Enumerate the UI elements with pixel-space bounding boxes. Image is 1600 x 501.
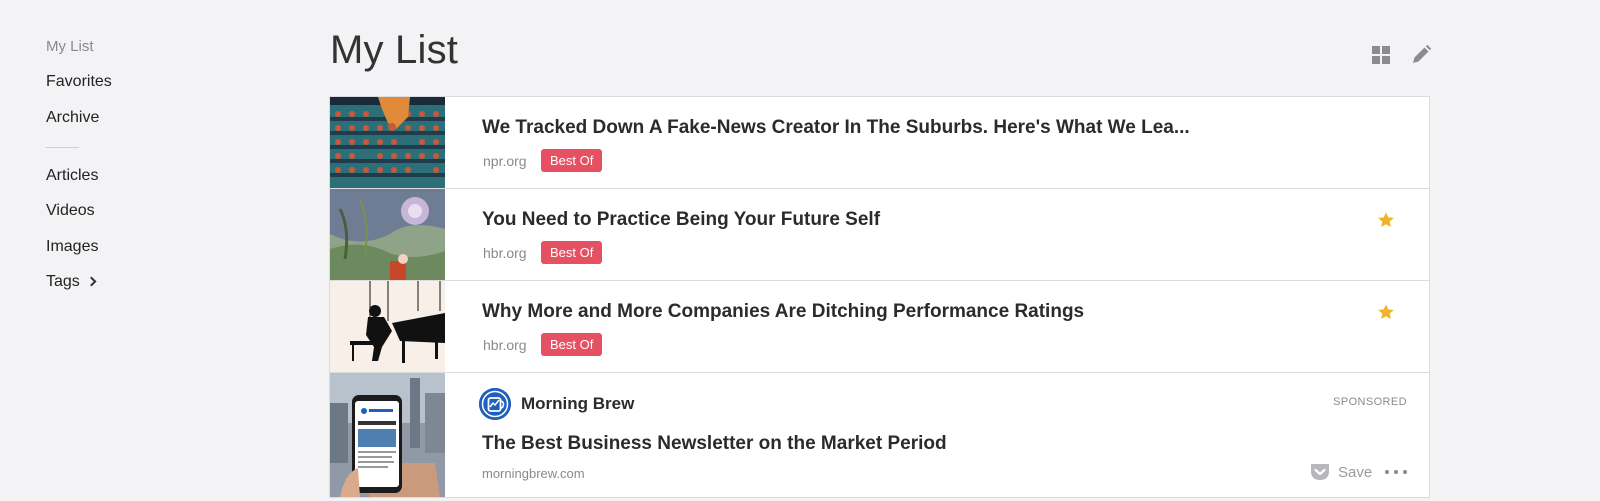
grid-view-icon[interactable]: [1372, 46, 1390, 64]
chevron-right-icon: [86, 276, 97, 287]
article-title[interactable]: We Tracked Down A Fake-News Creator In T…: [482, 117, 1190, 139]
sidebar-item-articles[interactable]: Articles: [46, 167, 98, 185]
sidebar-item-tags[interactable]: Tags: [46, 273, 97, 291]
pocket-save-icon: [1311, 464, 1329, 480]
article-domain: npr.org: [483, 153, 527, 169]
best-of-badge: Best Of: [541, 149, 603, 172]
sidebar-item-my-list[interactable]: My List: [46, 38, 94, 55]
more-options-icon[interactable]: [1385, 469, 1407, 477]
sponsored-title[interactable]: The Best Business Newsletter on the Mark…: [482, 433, 947, 455]
sidebar-item-favorites[interactable]: Favorites: [46, 73, 112, 91]
list-item[interactable]: We Tracked Down A Fake-News Creator In T…: [330, 97, 1429, 189]
favorite-star-icon[interactable]: [1377, 211, 1395, 229]
sidebar-divider: [46, 147, 79, 148]
sidebar-item-images[interactable]: Images: [46, 238, 98, 256]
sponsored-domain: morningbrew.com: [482, 466, 585, 481]
page-title: My List: [330, 28, 459, 72]
best-of-badge: Best Of: [541, 333, 603, 356]
sidebar-item-label: Tags: [46, 273, 80, 290]
article-title[interactable]: You Need to Practice Being Your Future S…: [482, 209, 880, 231]
list-item[interactable]: Why More and More Companies Are Ditching…: [330, 281, 1429, 373]
best-of-badge: Best Of: [541, 241, 603, 264]
article-domain: hbr.org: [483, 245, 527, 261]
article-domain: hbr.org: [483, 337, 527, 353]
edit-icon[interactable]: [1410, 44, 1432, 66]
view-toolbar: [1372, 44, 1432, 68]
save-label: Save: [1338, 464, 1373, 481]
article-list: We Tracked Down A Fake-News Creator In T…: [329, 96, 1430, 498]
list-item[interactable]: You Need to Practice Being Your Future S…: [330, 189, 1429, 281]
article-thumbnail[interactable]: [330, 97, 445, 188]
sponsored-thumbnail[interactable]: [330, 373, 445, 497]
sponsored-label: SPONSORED: [1333, 396, 1407, 408]
article-thumbnail[interactable]: [330, 281, 445, 372]
sponsor-name[interactable]: Morning Brew: [521, 394, 634, 414]
sidebar-item-videos[interactable]: Videos: [46, 202, 95, 220]
article-title[interactable]: Why More and More Companies Are Ditching…: [482, 301, 1084, 323]
morning-brew-logo-icon[interactable]: [479, 388, 511, 420]
article-thumbnail[interactable]: [330, 189, 445, 280]
sidebar-item-archive[interactable]: Archive: [46, 109, 99, 127]
sponsored-item[interactable]: Morning Brew SPONSORED The Best Business…: [330, 373, 1429, 497]
favorite-star-icon[interactable]: [1377, 303, 1395, 321]
